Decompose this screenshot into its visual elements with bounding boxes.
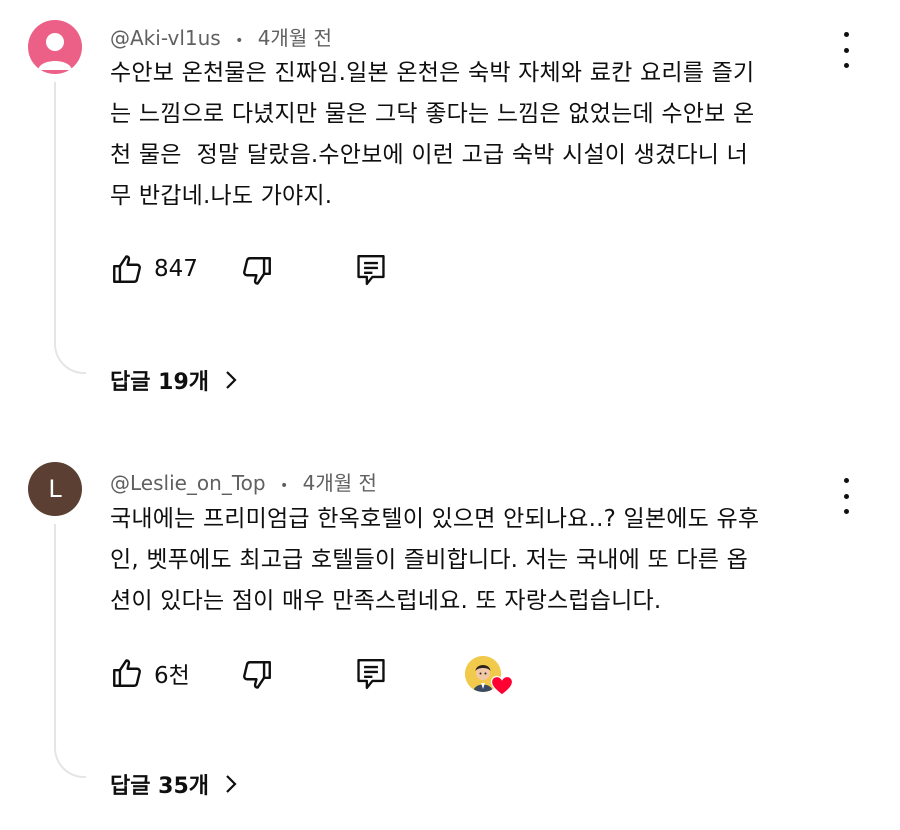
default-user-icon — [38, 33, 72, 70]
comment-text-line: 션이 있다는 점이 매우 만족스럽네요. 또 자랑스럽습니다. — [110, 588, 662, 614]
reply-button[interactable] — [354, 252, 388, 288]
replies-toggle[interactable]: 답글 35개 — [110, 768, 239, 800]
comment-time[interactable]: 4개월 전 — [258, 26, 332, 50]
meta-separator: • — [279, 478, 289, 494]
comment-text-line: 수안보 온천물은 진짜임.일본 온천은 숙박 자체와 료칸 요리를 즐기 — [110, 60, 755, 86]
dislike-button[interactable] — [240, 658, 274, 692]
comment-text-line: 무 반갑네.나도 가야지. — [110, 183, 333, 209]
thumb-up-icon — [113, 659, 141, 687]
comment-text-line: 인, 벳푸에도 최고급 호텔들이 즐비합니다. 저는 국내에 또 다른 옵 — [110, 547, 748, 573]
comment-text: 국내에는 프리미엄급 한옥호텔이 있으면 안되나요..? 일본에도 유후 인, … — [110, 499, 855, 622]
comment-time[interactable]: 4개월 전 — [303, 471, 377, 495]
comment-text-line: 는 느낌으로 다녔지만 물은 그닥 좋다는 느낌은 없었는데 수안보 온 — [110, 101, 755, 127]
like-button[interactable]: 6천 — [110, 656, 190, 690]
replies-label: 답글 19개 — [110, 370, 209, 395]
comment-text-line: 국내에는 프리미엄급 한옥호텔이 있으면 안되나요..? 일본에도 유후 — [110, 506, 760, 532]
like-count: 847 — [154, 256, 198, 282]
avatar-aki[interactable] — [28, 20, 82, 74]
avatar-letter: L — [48, 475, 62, 503]
like-count: 6천 — [154, 663, 190, 689]
thumb-down-icon — [243, 257, 271, 285]
like-button[interactable]: 847 — [110, 252, 198, 286]
avatar-leslie[interactable]: L — [28, 462, 82, 516]
dislike-button[interactable] — [240, 254, 274, 288]
reply-button[interactable] — [354, 656, 388, 692]
author-handle[interactable]: @Leslie_on_Top — [110, 471, 266, 495]
chevron-right-icon — [226, 371, 237, 389]
comment-meta: @Aki-vl1us • 4개월 전 — [110, 22, 332, 51]
comment-meta: @Leslie_on_Top • 4개월 전 — [110, 467, 377, 496]
reply-thread-line — [54, 524, 86, 778]
reply-thread-line — [54, 82, 86, 374]
thumb-up-icon — [113, 255, 141, 283]
comment-text: 수안보 온천물은 진짜임.일본 온천은 숙박 자체와 료칸 요리를 즐기 는 느… — [110, 53, 855, 217]
replies-toggle[interactable]: 답글 19개 — [110, 364, 239, 396]
comment-reply-icon — [357, 658, 385, 690]
chevron-right-icon — [226, 775, 237, 793]
meta-separator: • — [235, 33, 244, 49]
comment-reply-icon — [357, 254, 385, 286]
creator-heart-badge — [465, 656, 515, 700]
heart-icon — [490, 675, 514, 696]
thumb-down-icon — [243, 661, 271, 689]
author-handle[interactable]: @Aki-vl1us — [110, 26, 221, 50]
replies-label: 답글 35개 — [110, 774, 209, 799]
comment-text-line: 천 물은 정말 달랐음.수안보에 이런 고급 숙박 시설이 생겼다니 너 — [110, 142, 748, 168]
